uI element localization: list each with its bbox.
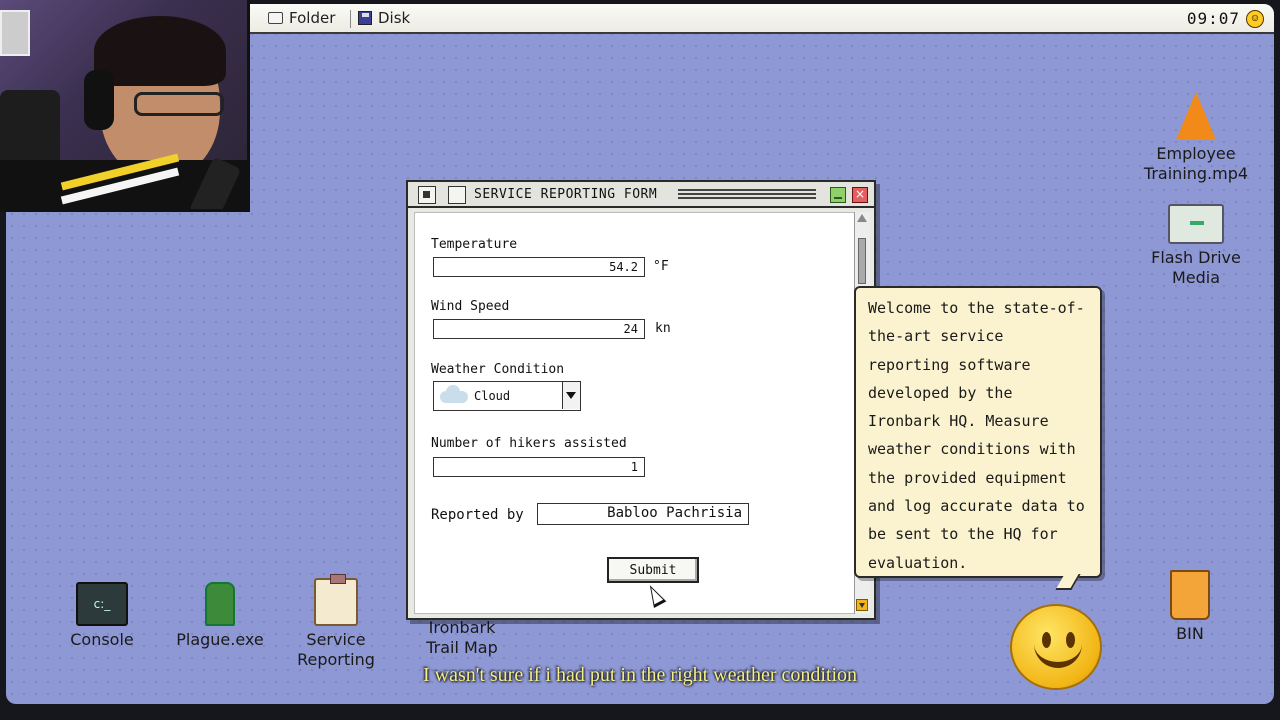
scroll-down-arrow-icon[interactable] xyxy=(856,599,868,611)
disk-menu[interactable]: Disk xyxy=(358,9,410,27)
scroll-up-arrow-icon[interactable] xyxy=(857,214,867,222)
headphones xyxy=(84,70,114,130)
temperature-label: Temperature xyxy=(431,237,518,252)
desktop-icon-console[interactable]: c:_ Console xyxy=(56,582,148,650)
folder-icon xyxy=(268,12,283,24)
plague-label: Plague.exe xyxy=(176,630,264,649)
window-zoom-box[interactable] xyxy=(448,186,466,204)
disk-menu-label: Disk xyxy=(378,9,411,27)
desktop-icon-flash-drive[interactable]: Flash Drive Media xyxy=(1138,204,1254,288)
trash-bin-icon xyxy=(1170,570,1210,620)
chevron-down-icon[interactable] xyxy=(562,382,580,409)
bin-label: BIN xyxy=(1176,624,1204,643)
menu-divider xyxy=(350,10,351,28)
video-subtitle: I wasn't sure if i had put in the right … xyxy=(422,664,858,686)
folder-menu[interactable]: Folder xyxy=(268,9,335,27)
wind-speed-unit: kn xyxy=(655,321,671,336)
minimize-button[interactable] xyxy=(830,187,846,203)
window-title: SERVICE REPORTING FORM xyxy=(474,187,658,202)
window-close-box[interactable] xyxy=(418,186,436,204)
service-reporting-window: SERVICE REPORTING FORM × Temperature 54.… xyxy=(406,180,876,620)
temperature-input[interactable]: 54.2 xyxy=(433,257,645,277)
smiley-icon[interactable]: ☺ xyxy=(1246,10,1264,28)
help-tooltip: Welcome to the state-of-the-art service … xyxy=(854,286,1102,578)
hikers-assisted-input[interactable]: 1 xyxy=(433,457,645,477)
reported-by-label: Reported by xyxy=(431,507,524,523)
hikers-assisted-label: Number of hikers assisted xyxy=(431,436,627,451)
employee-training-label: Employee Training.mp4 xyxy=(1143,144,1249,183)
flash-drive-label: Flash Drive Media xyxy=(1151,248,1241,287)
glasses xyxy=(134,92,224,116)
folder-menu-label: Folder xyxy=(289,9,336,27)
close-button[interactable]: × xyxy=(852,187,868,203)
folder-icon xyxy=(1168,204,1224,244)
desktop-icon-trail-map[interactable]: Ironbark Trail Map xyxy=(412,618,512,658)
submit-button[interactable]: Submit xyxy=(607,557,699,583)
clock: 09:07 xyxy=(1186,9,1240,28)
wind-speed-label: Wind Speed xyxy=(431,299,510,314)
cactus-icon xyxy=(205,582,235,626)
webcam-overlay xyxy=(0,0,250,212)
clipboard-icon xyxy=(314,574,358,626)
floppy-disk-icon xyxy=(358,11,372,25)
desktop-icon-bin[interactable]: BIN xyxy=(1154,570,1226,644)
cloud-icon xyxy=(440,385,468,403)
tooltip-text: Welcome to the state-of-the-art service … xyxy=(868,299,1085,572)
weather-condition-label: Weather Condition xyxy=(431,362,565,377)
reported-by-input[interactable]: Babloo Pachrisia xyxy=(537,503,749,525)
window-titlebar[interactable]: SERVICE REPORTING FORM × xyxy=(408,182,874,208)
temperature-unit: °F xyxy=(653,259,669,274)
weather-condition-select[interactable]: Cloud xyxy=(433,381,581,411)
desktop-icon-service-reporting[interactable]: Service Reporting xyxy=(286,574,386,670)
streamer-hair xyxy=(94,16,226,86)
traffic-cone-icon xyxy=(1176,92,1216,140)
console-label: Console xyxy=(70,630,134,649)
titlebar-stripes xyxy=(678,189,816,201)
form-area: Temperature 54.2 °F Wind Speed 24 kn Wea… xyxy=(414,212,856,614)
weather-condition-value: Cloud xyxy=(474,389,511,403)
console-icon: c:_ xyxy=(76,582,128,626)
wall-poster xyxy=(0,10,30,56)
desktop-icon-plague[interactable]: Plague.exe xyxy=(164,582,276,650)
desktop-icon-employee-training[interactable]: Employee Training.mp4 xyxy=(1138,92,1254,184)
scroll-thumb[interactable] xyxy=(858,238,866,284)
trail-map-label: Ironbark Trail Map xyxy=(426,618,498,657)
wind-speed-input[interactable]: 24 xyxy=(433,319,645,339)
